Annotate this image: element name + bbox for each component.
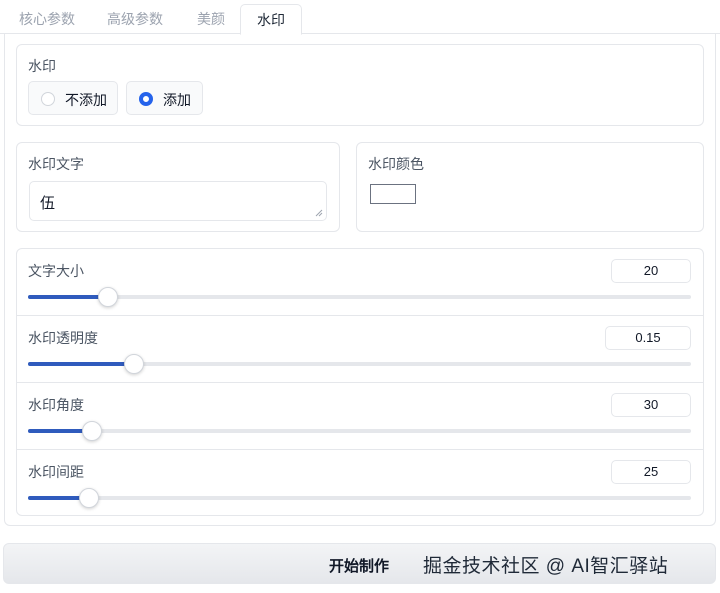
slider-track[interactable]	[28, 354, 691, 374]
slider-track[interactable]	[28, 421, 691, 441]
slider-thumb[interactable]	[124, 354, 145, 374]
tab-advanced-params[interactable]: 高级参数	[98, 4, 172, 34]
slider-section: 文字大小 20 水印透明度 0.15 水印角度 30 水印间距 25	[16, 248, 704, 516]
slider-thumb[interactable]	[78, 488, 99, 508]
number-input[interactable]: 20	[611, 259, 691, 283]
watermark-text-value: 伍	[40, 195, 56, 212]
slider-thumb[interactable]	[97, 287, 118, 307]
watermark-toggle-label: 水印	[28, 58, 56, 74]
slider-label: 水印透明度	[28, 330, 98, 346]
number-input[interactable]: 30	[611, 393, 691, 417]
watermark-text-label: 水印文字	[28, 156, 84, 172]
slider-row-opacity: 水印透明度 0.15	[17, 316, 703, 383]
watermark-toggle-section: 水印 不添加 添加	[16, 44, 704, 126]
watermark-text-section: 水印文字 伍	[16, 142, 340, 232]
slider-fill	[28, 362, 135, 366]
tab-beauty[interactable]: 美颜	[185, 4, 237, 34]
radio-label: 不添加	[65, 92, 107, 108]
start-button-label: 开始制作	[329, 558, 390, 575]
number-input[interactable]: 25	[611, 460, 691, 484]
slider-row-spacing: 水印间距 25	[17, 450, 703, 517]
slider-row-angle: 水印角度 30	[17, 383, 703, 450]
watermark-text-input[interactable]: 伍	[29, 181, 327, 221]
slider-row-font-size: 文字大小 20	[17, 249, 703, 316]
radio-no-watermark[interactable]: 不添加	[28, 81, 118, 115]
slider-thumb[interactable]	[81, 421, 102, 441]
tab-core-params[interactable]: 核心参数	[10, 4, 84, 34]
number-input[interactable]: 0.15	[605, 326, 691, 350]
overlay-watermark: 掘金技术社区 @ AI智汇驿站	[423, 556, 669, 577]
radio-label: 添加	[163, 92, 191, 108]
tab-watermark[interactable]: 水印	[240, 4, 302, 35]
color-picker-swatch[interactable]	[370, 184, 416, 204]
resize-handle-icon[interactable]	[315, 209, 323, 217]
slider-track[interactable]	[28, 287, 691, 307]
slider-label: 水印角度	[28, 397, 84, 413]
slider-label: 文字大小	[28, 263, 84, 279]
watermark-color-label: 水印颜色	[368, 156, 424, 172]
slider-fill	[28, 295, 108, 299]
tab-bar: 核心参数 高级参数 美颜 水印	[0, 0, 720, 35]
radio-checked-icon	[139, 92, 153, 106]
slider-track[interactable]	[28, 488, 691, 508]
slider-label: 水印间距	[28, 464, 84, 480]
watermark-color-section: 水印颜色	[356, 142, 704, 232]
radio-circle-icon	[41, 92, 55, 106]
radio-add-watermark[interactable]: 添加	[126, 81, 203, 115]
